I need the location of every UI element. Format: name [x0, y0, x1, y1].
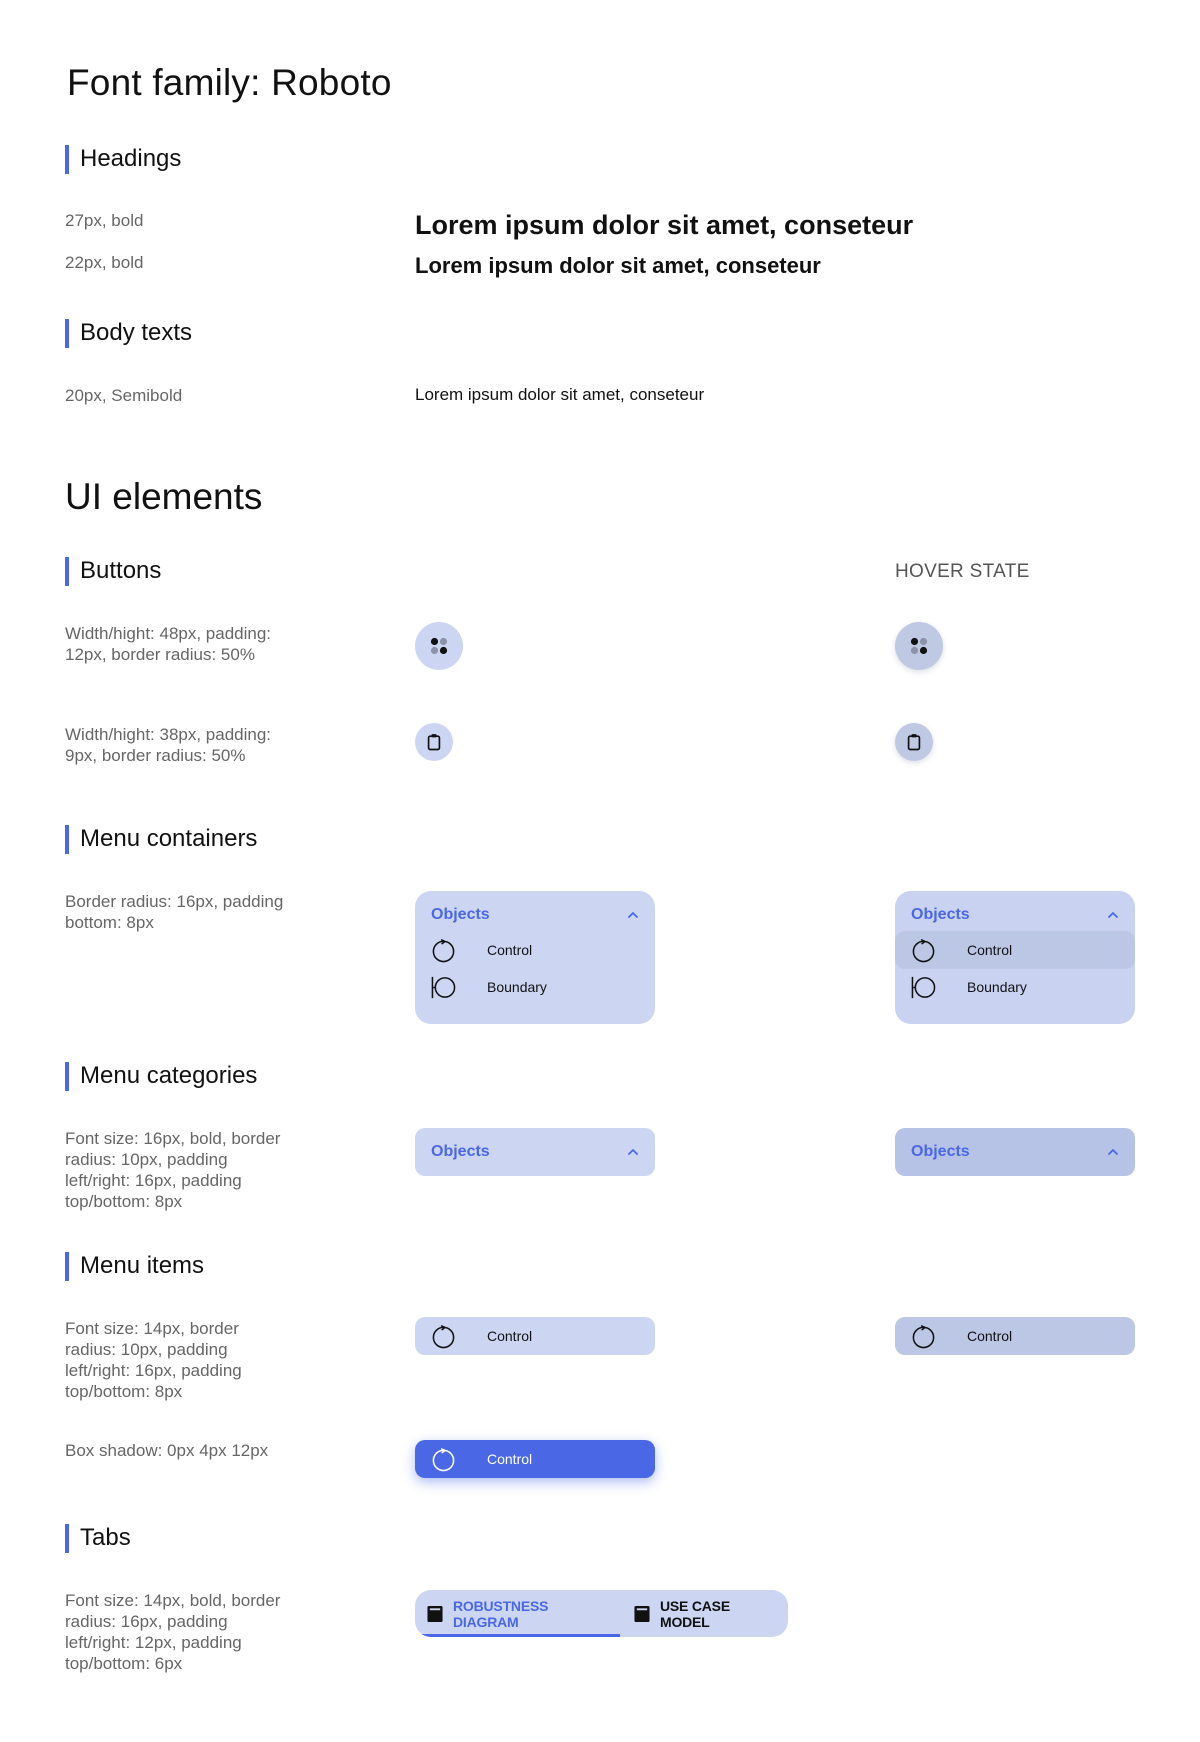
- clipboard-icon: [904, 732, 924, 752]
- control-circle-icon: [431, 1447, 456, 1472]
- menu-category-hover[interactable]: Objects: [895, 1128, 1135, 1176]
- small-icon-button-hover[interactable]: [895, 723, 933, 761]
- menu-item-boundary[interactable]: Boundary: [895, 968, 1135, 1006]
- sample-body: Lorem ipsum dolor sit amet, conseteur: [415, 385, 705, 404]
- sample-heading-22: Lorem ipsum dolor sit amet, conseteur: [415, 253, 821, 278]
- spec-menu-item-shadow: Box shadow: 0px 4px 12px: [65, 1441, 269, 1460]
- section-menu-items: Menu items: [65, 1252, 204, 1281]
- ui-elements-title: UI elements: [65, 476, 263, 517]
- section-body-texts: Body texts: [65, 319, 192, 348]
- spec-tabs: Font size: 14px, bold, border radius: 16…: [65, 1591, 281, 1673]
- sample-heading-27: Lorem ipsum dolor sit amet, conseteur: [415, 210, 914, 240]
- menu-category-label: Objects: [911, 1143, 970, 1160]
- tab-label: ROBUSTNESS DIAGRAM: [453, 1597, 549, 1630]
- menu-item[interactable]: Control: [415, 1317, 655, 1355]
- section-menu-categories: Menu categories: [65, 1062, 257, 1091]
- menu-item-hover[interactable]: Control: [895, 1317, 1135, 1355]
- menu-item-label: Control: [967, 942, 1013, 958]
- control-circle-icon: [911, 938, 936, 963]
- small-icon-button[interactable]: [415, 723, 453, 761]
- menu-item-label: Control: [967, 1328, 1013, 1344]
- chevron-up-icon: [1107, 1146, 1119, 1158]
- menu-item-active[interactable]: Control: [415, 1440, 655, 1478]
- boundary-circle-icon: [911, 975, 936, 1000]
- large-icon-button-hover[interactable]: [895, 622, 943, 670]
- tab-use-case-model[interactable]: USE CASE MODEL: [634, 1590, 788, 1637]
- spec-menu-container: Border radius: 16px, padding bottom: 8px: [65, 892, 284, 932]
- menu-item-label: Control: [487, 1328, 533, 1344]
- spec-menu-item: Font size: 14px, border radius: 10px, pa…: [65, 1319, 242, 1401]
- menu-item-control[interactable]: Control: [415, 931, 655, 969]
- menu-item-label: Control: [487, 942, 533, 958]
- menu-category[interactable]: Objects: [415, 1128, 655, 1176]
- section-tabs: Tabs: [65, 1524, 131, 1553]
- tab-label: USE CASE MODEL: [659, 1597, 730, 1630]
- dots-grid-icon: [907, 634, 931, 658]
- clipboard-icon: [424, 732, 444, 752]
- menu-category-label: Objects: [431, 906, 490, 923]
- section-menu-containers: Menu containers: [65, 825, 257, 854]
- menu-category-label: Objects: [431, 1143, 490, 1160]
- large-icon-button[interactable]: [415, 622, 463, 670]
- hover-state-label: HOVER STATE: [895, 561, 1030, 582]
- menu-item-control-hover[interactable]: Control: [895, 931, 1135, 969]
- menu-container-hover: Objects Control Boundary: [895, 891, 1135, 1024]
- section-headings: Headings: [65, 145, 181, 174]
- section-buttons: Buttons: [65, 557, 161, 586]
- font-family-title: Font family: Roboto: [67, 62, 392, 103]
- spec-button-small: Width/hight: 38px, padding: 9px, border …: [65, 725, 272, 765]
- menu-item-label: Boundary: [967, 979, 1027, 995]
- document-icon: [427, 1605, 443, 1623]
- control-circle-icon: [911, 1324, 936, 1349]
- menu-item-label: Control: [487, 1451, 533, 1467]
- chevron-up-icon: [627, 909, 639, 921]
- menu-category-header[interactable]: Objects: [911, 903, 1119, 927]
- spec-body: 20px, Semibold: [65, 386, 183, 405]
- tab-robustness-diagram[interactable]: ROBUSTNESS DIAGRAM: [415, 1590, 620, 1637]
- boundary-circle-icon: [431, 975, 456, 1000]
- chevron-up-icon: [1107, 909, 1119, 921]
- spec-menu-category: Font size: 16px, bold, border radius: 10…: [65, 1129, 281, 1211]
- control-circle-icon: [431, 1324, 456, 1349]
- dots-grid-icon: [427, 634, 451, 658]
- menu-category-label: Objects: [911, 906, 970, 923]
- spec-h22: 22px, bold: [65, 253, 144, 272]
- menu-category-header[interactable]: Objects: [431, 903, 639, 927]
- menu-container: Objects Control Boundary: [415, 891, 655, 1024]
- menu-item-boundary[interactable]: Boundary: [415, 968, 655, 1006]
- spec-h27: 27px, bold: [65, 211, 144, 230]
- menu-item-label: Boundary: [487, 979, 547, 995]
- chevron-up-icon: [627, 1146, 639, 1158]
- tab-bar: ROBUSTNESS DIAGRAM USE CASE MODEL: [415, 1590, 788, 1637]
- control-circle-icon: [431, 938, 456, 963]
- document-icon: [634, 1605, 650, 1623]
- spec-button-large: Width/hight: 48px, padding: 12px, border…: [65, 624, 272, 664]
